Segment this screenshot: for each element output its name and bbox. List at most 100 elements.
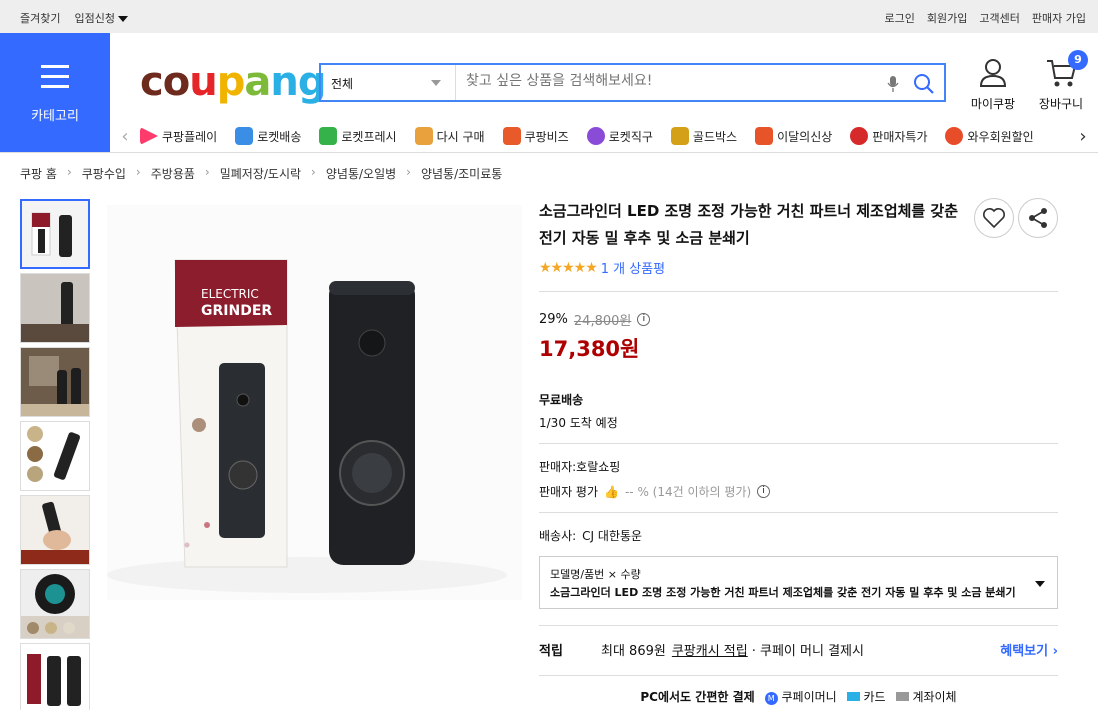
global-icon	[586, 127, 605, 145]
signup-link[interactable]: 회원가입	[927, 10, 967, 26]
option-select[interactable]: 모델명/품번 × 수량 소금그라인더 LED 조명 조정 가능한 거친 파트너 …	[539, 556, 1058, 609]
nav-item-gold-box[interactable]: 골드박스	[670, 127, 737, 145]
nav-item-rocket[interactable]: 로켓배송	[235, 127, 301, 145]
seller-apply-label: 입점신청	[74, 12, 115, 25]
carrier-name: CJ 대한통운	[582, 529, 643, 543]
product-thumbnail[interactable]	[20, 273, 90, 343]
search-category-select[interactable]: 전체	[321, 65, 456, 100]
coupay-money-item: M 쿠페이머니	[764, 688, 837, 705]
pay-money-label: 쿠페이머니	[781, 690, 837, 704]
breadcrumb-item[interactable]: 밀폐저장/도시락	[220, 165, 301, 182]
nav-item-label: 쿠팡비즈	[524, 129, 569, 144]
play-icon	[140, 127, 158, 145]
share-button[interactable]	[1018, 198, 1058, 238]
chevron-down-icon	[117, 16, 128, 22]
breadcrumb-item[interactable]: 쿠팡 홈	[20, 165, 57, 182]
bank-transfer-item: 계좌이체	[895, 688, 957, 705]
search-bar: 전체	[319, 63, 946, 102]
category-button[interactable]: 카테고리	[0, 33, 110, 152]
search-input[interactable]	[466, 73, 866, 89]
thumbs-up-icon: 👍	[604, 484, 619, 499]
header-divider	[0, 152, 1098, 153]
sale-icon	[850, 127, 869, 145]
seller-name[interactable]: 판매자:호랄쇼핑	[539, 458, 1058, 475]
product-thumbnail[interactable]	[20, 347, 90, 417]
mypage-button[interactable]: 마이쿠팡	[968, 58, 1018, 112]
nav-item-rocket-fresh[interactable]: 로켓프레시	[319, 127, 397, 145]
rebuy-icon	[414, 127, 433, 145]
bookmark-link[interactable]: 즐겨찾기	[20, 10, 60, 26]
option-label: 모델명/품번 × 수량	[550, 568, 641, 581]
search-category-value: 전체	[331, 77, 354, 91]
wishlist-button[interactable]	[974, 198, 1014, 238]
nav-item-rebuy[interactable]: 다시 구매	[414, 127, 485, 145]
logo-letter: a	[244, 59, 271, 105]
coupay-icon: M	[764, 692, 778, 705]
seller-apply-menu[interactable]: 입점신청	[74, 10, 128, 26]
nav-item-label: 쿠팡플레이	[162, 129, 218, 144]
breadcrumb-item[interactable]: 주방용품	[151, 165, 195, 182]
nav-item-wow[interactable]: 와우회원할인	[945, 127, 1034, 145]
info-icon[interactable]: i	[757, 485, 771, 498]
card-icon	[846, 692, 860, 701]
gold-box-icon	[670, 127, 689, 145]
product-main-image[interactable]: ELECTRIC GRINDER	[107, 205, 522, 600]
coupang-cash-link[interactable]: 쿠팡캐시 적립	[672, 640, 748, 659]
product-rating[interactable]: ★★★★★ 1 개 상품평	[539, 258, 1058, 278]
breadcrumb-item[interactable]: 양념통/오일병	[326, 165, 396, 182]
payment-row: PC에서도 간편한 결제 M 쿠페이머니 카드 계좌이체	[539, 688, 1058, 705]
share-icon	[1029, 208, 1047, 228]
service-nav: ‹ 쿠팡플레이 로켓배송 로켓프레시 다시 구매 쿠팡비즈 로켓직구 골드박스 …	[110, 120, 1098, 152]
logo-letter: c	[140, 59, 164, 105]
divider	[539, 291, 1058, 292]
nav-item-seller-sale[interactable]: 판매자특가	[850, 127, 927, 145]
product-thumbnail[interactable]	[20, 569, 90, 639]
carrier-label: 배송사:	[539, 529, 577, 543]
microphone-icon[interactable]	[887, 75, 899, 93]
divider	[539, 443, 1058, 444]
box-title-2: GRINDER	[201, 303, 272, 319]
product-thumbnail[interactable]	[20, 643, 90, 710]
thumbnail-list	[20, 199, 90, 710]
chevron-left-icon[interactable]: ‹	[110, 126, 140, 147]
nav-item-label: 로켓직구	[608, 129, 653, 144]
pay-card-label: 카드	[863, 690, 886, 704]
divider	[539, 625, 1058, 626]
info-icon[interactable]: i	[637, 313, 651, 326]
price-discount-row: 29% 24,800원 i	[539, 310, 1058, 329]
nav-item-biz[interactable]: 쿠팡비즈	[502, 127, 569, 145]
arrival-date: 1/30 도착 예정	[539, 416, 618, 430]
benefits-link[interactable]: 혜택보기 ›	[1000, 640, 1058, 659]
cart-button[interactable]: 9 장바구니	[1036, 50, 1088, 112]
nav-item-rocket-global[interactable]: 로켓직구	[586, 127, 653, 145]
search-icon[interactable]	[913, 73, 935, 95]
nav-item-new[interactable]: 이달의신상	[755, 127, 832, 145]
reward-condition: · 쿠페이 머니 결제시	[751, 644, 864, 659]
payment-title: PC에서도 간편한 결제	[640, 690, 755, 704]
discount-rate: 29%	[539, 312, 568, 327]
mypage-label: 마이쿠팡	[970, 97, 1016, 111]
breadcrumb-item[interactable]: 쿠팡수입	[82, 165, 126, 182]
coupang-logo[interactable]: coupang	[140, 58, 326, 106]
product-thumbnail[interactable]	[20, 199, 90, 269]
product-thumbnail[interactable]	[20, 495, 90, 565]
review-count[interactable]: 1 개 상품평	[601, 258, 665, 277]
product-info-panel: 소금그라인더 LED 조명 조정 가능한 거친 파트너 제조업체를 갖춘 전기 …	[539, 198, 1058, 705]
wow-icon	[945, 127, 964, 145]
seller-join-link[interactable]: 판매자 가입	[1032, 10, 1086, 26]
breadcrumb-item[interactable]: 양념통/조미료통	[421, 165, 502, 182]
reward-label: 적립	[539, 644, 563, 659]
login-link[interactable]: 로그인	[885, 10, 915, 26]
support-link[interactable]: 고객센터	[979, 10, 1019, 26]
nav-item-label: 이달의신상	[777, 129, 833, 144]
product-thumbnail[interactable]	[20, 421, 90, 491]
rocket-fresh-icon	[319, 127, 338, 145]
menu-icon	[41, 65, 69, 95]
logo-letter: o	[162, 59, 191, 105]
chevron-right-icon[interactable]: ›	[1068, 126, 1098, 147]
logo-letter: u	[189, 59, 218, 105]
nav-item-coupang-play[interactable]: 쿠팡플레이	[140, 127, 217, 145]
seller-rating-label: 판매자 평가	[539, 485, 599, 499]
chevron-right-icon: ›	[66, 165, 72, 179]
nav-item-label: 다시 구매	[436, 129, 485, 144]
